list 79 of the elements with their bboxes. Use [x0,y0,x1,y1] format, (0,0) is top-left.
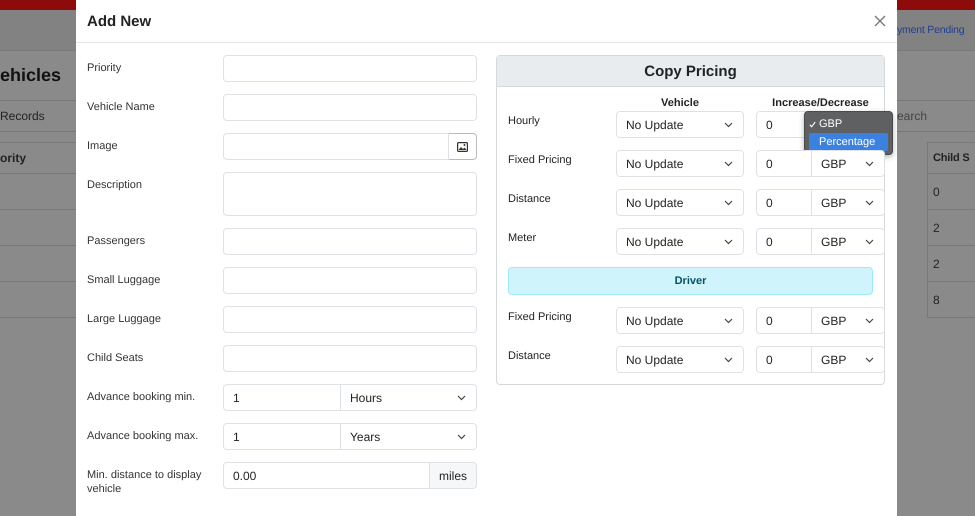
unit-select[interactable]: GBP [812,228,885,255]
field-label: Min. distance to display vehicle [87,468,202,496]
table-cell: 2 [933,220,940,234]
row-label: Fixed Pricing [508,154,573,168]
chevron-icon [724,238,733,244]
field-label: Advance booking min. [87,390,196,404]
vehicle-select[interactable]: No Update [616,111,744,138]
unit-select[interactable]: Years [341,423,477,450]
vehicle-select[interactable]: No Update [616,228,744,255]
amount-input[interactable]: 0 [756,346,812,373]
row-label: Hourly [508,114,541,128]
input-field[interactable]: 1 [223,423,341,450]
vehicle-select[interactable]: No Update [616,307,744,334]
input-field[interactable] [223,133,449,160]
chevron-icon [865,160,874,166]
row-label: Fixed Pricing [508,310,573,324]
field-label: Vehicle Name [87,100,156,114]
records-label: Records [0,109,45,123]
chevron-icon [457,394,466,400]
amount-input[interactable]: 0 [756,307,812,334]
check-icon [809,120,816,128]
field-label: Image [87,139,119,153]
vehicle-select[interactable]: No Update [616,189,744,216]
amount-input[interactable]: 0 [756,228,812,255]
input-field[interactable] [223,94,477,121]
table-cell: 0 [933,184,940,198]
amount-input[interactable]: 0 [756,189,812,216]
input-field[interactable] [223,228,477,255]
field-label: Advance booking max. [87,429,200,443]
input-field[interactable] [223,306,477,333]
page-title: ehicles [0,65,62,86]
field-label: Child Seats [87,351,144,365]
input-field[interactable]: 0.00 [223,462,430,489]
field-label: Passengers [87,234,146,248]
image-icon [457,142,468,152]
input-field[interactable] [223,267,477,294]
vehicle-select[interactable]: No Update [616,150,744,177]
menu-option[interactable]: GBP [809,115,888,133]
table-cell: 2 [933,256,940,270]
chevron-icon [457,434,466,440]
chevron-icon [865,238,874,244]
column-header: Vehicle [660,97,700,109]
column-header: ority [0,151,26,165]
chevron-icon [865,356,874,362]
unit-addon: miles [430,462,477,489]
chevron-icon [724,160,733,166]
chevron-icon [865,200,874,206]
field-label: Large Luggage [87,312,162,326]
unit-select[interactable]: GBP [812,307,885,334]
input-field[interactable] [223,345,477,372]
column-header: Child S [933,152,970,164]
column-header: Increase/Decrease [771,97,870,109]
field-label: Description [87,178,144,192]
chevron-icon [724,356,733,362]
textarea-field[interactable] [223,172,477,216]
card-title: Copy Pricing [644,62,737,80]
row-label: Distance [508,350,552,364]
amount-input[interactable]: 0 [756,150,812,177]
image-picker-button[interactable] [449,133,477,160]
unit-select[interactable]: GBP [812,346,885,373]
unit-select[interactable]: GBP [812,189,885,216]
chevron-icon [724,318,733,324]
menu-option[interactable]: Percentage [809,133,888,151]
field-label: Priority [87,61,122,75]
input-field[interactable] [223,55,477,82]
row-label: Meter [508,232,538,246]
input-field[interactable]: 1 [223,384,341,411]
modal-title: Add New [87,12,152,30]
vehicle-select[interactable]: No Update [616,346,744,373]
chevron-icon [865,318,874,324]
field-label: Small Luggage [87,273,162,287]
table-cell: 8 [933,292,940,306]
row-label: Distance [508,192,552,206]
chevron-icon [724,122,733,128]
section-title: Driver [674,275,706,287]
unit-select[interactable]: Hours [341,384,477,411]
chevron-icon [724,200,733,206]
close-icon[interactable] [874,15,886,27]
unit-select[interactable]: GBP [812,150,885,177]
